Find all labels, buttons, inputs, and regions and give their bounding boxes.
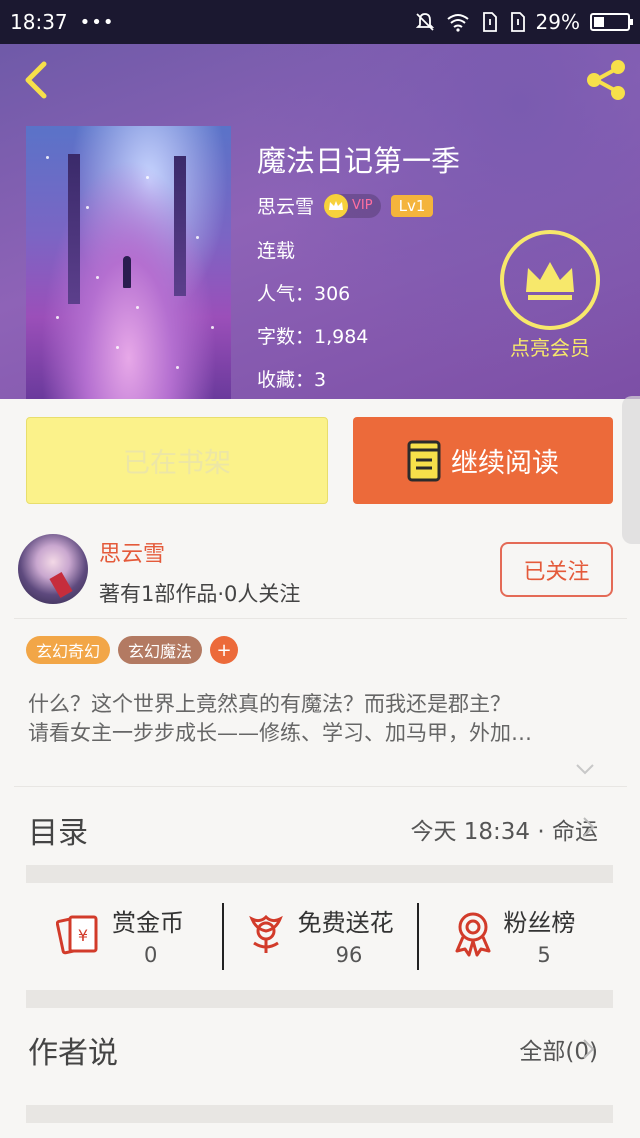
stats-bar: ¥ 赏金币 0 免费送花 96 粉丝榜 5 [26,883,613,990]
battery-icon [590,13,633,31]
wifi-icon [446,14,469,32]
on-shelf-button[interactable]: 已在书架 [26,417,328,504]
fan-ranking-value: 5 [537,943,551,967]
share-button[interactable] [582,56,630,104]
battery-percent: 29% [535,10,580,34]
divider [14,786,627,787]
free-flowers-value: 96 [335,943,363,967]
book-icon [407,440,441,481]
crown-icon [526,262,574,300]
popularity: 人气：306 [257,283,351,305]
chevron-down-icon[interactable] [574,758,596,780]
header-author-name[interactable]: 思云雪 [257,192,314,219]
sim1-icon [482,12,497,32]
vip-badge: VIP [324,193,381,218]
section-separator [26,865,613,883]
vip-crown-icon [324,193,349,218]
tag-item[interactable]: 玄幻奇幻 [26,636,111,664]
continue-reading-label: 继续阅读 [451,448,559,479]
serial-status: 连载 [257,240,296,262]
divider [14,618,627,619]
award-ribbon-icon [455,912,491,957]
word-count: 字数：1,984 [257,326,369,348]
flower-icon [248,914,283,953]
back-arrow-icon [25,61,47,99]
red-envelope-icon: ¥ [56,915,98,955]
follow-button[interactable]: 已关注 [500,542,613,597]
book-cover-image[interactable] [26,126,231,399]
vip-member-label[interactable]: 点亮会员 [498,332,602,361]
fan-ranking-stat[interactable]: 粉丝榜 5 [417,883,613,990]
add-tag-button[interactable]: + [210,636,239,664]
description-line: 什么？这个世界上竟然真的有魔法？而我还是郡主？ [28,692,511,716]
reward-coins-label: 赏金币 [112,909,184,937]
free-flowers-label: 免费送花 [297,909,394,937]
description-line: 请看女主一步步成长——修练、学习、加马甲，外加… [28,721,532,745]
share-icon [587,60,625,100]
author-line: 思云雪 VIP Lv1 [257,192,434,219]
sim2-icon [510,12,525,32]
svg-text:¥: ¥ [78,926,88,945]
chevron-right-icon [583,1039,595,1059]
toc-latest-update[interactable]: 今天 18:34 · 命运 [410,812,598,846]
author-info: 著有1部作品·0人关注 [99,582,301,606]
book-header: 魔法日记第一季 思云雪 VIP Lv1 连载 人气：306 字数：1,984 收… [0,44,640,399]
book-description[interactable]: 什么？这个世界上竟然真的有魔法？而我还是郡主？ 请看女主一步步成长——修练、学习… [28,690,618,748]
favorites-count: 收藏：3 [257,369,327,391]
free-flowers-stat[interactable]: 免费送花 96 [221,883,418,990]
fan-ranking-label: 粉丝榜 [503,909,576,937]
section-separator [26,990,613,1008]
chevron-right-icon [583,817,595,837]
tag-list: 玄幻奇幻 玄幻魔法 + [26,636,239,664]
book-title: 魔法日记第一季 [257,144,461,178]
author-says-title: 作者说 [28,1036,118,1071]
tag-item[interactable]: 玄幻魔法 [118,636,203,664]
author-card: 思云雪 著有1部作品·0人关注 已关注 [0,520,640,618]
status-more-icon: ••• [79,11,115,33]
reward-coins-stat[interactable]: ¥ 赏金币 0 [26,883,222,990]
author-avatar[interactable] [18,534,88,604]
continue-reading-button[interactable]: 继续阅读 [353,417,613,504]
status-time: 18:37 [10,10,68,34]
mute-bell-icon [415,13,434,31]
reward-coins-value: 0 [144,943,158,967]
back-button[interactable] [16,58,56,102]
level-badge: Lv1 [390,194,434,217]
toc-title[interactable]: 目录 [28,808,88,852]
section-separator [26,1105,613,1123]
vip-member-button[interactable] [500,230,600,330]
status-bar: 18:37 ••• 29% [0,0,640,44]
author-name[interactable]: 思云雪 [99,536,165,568]
